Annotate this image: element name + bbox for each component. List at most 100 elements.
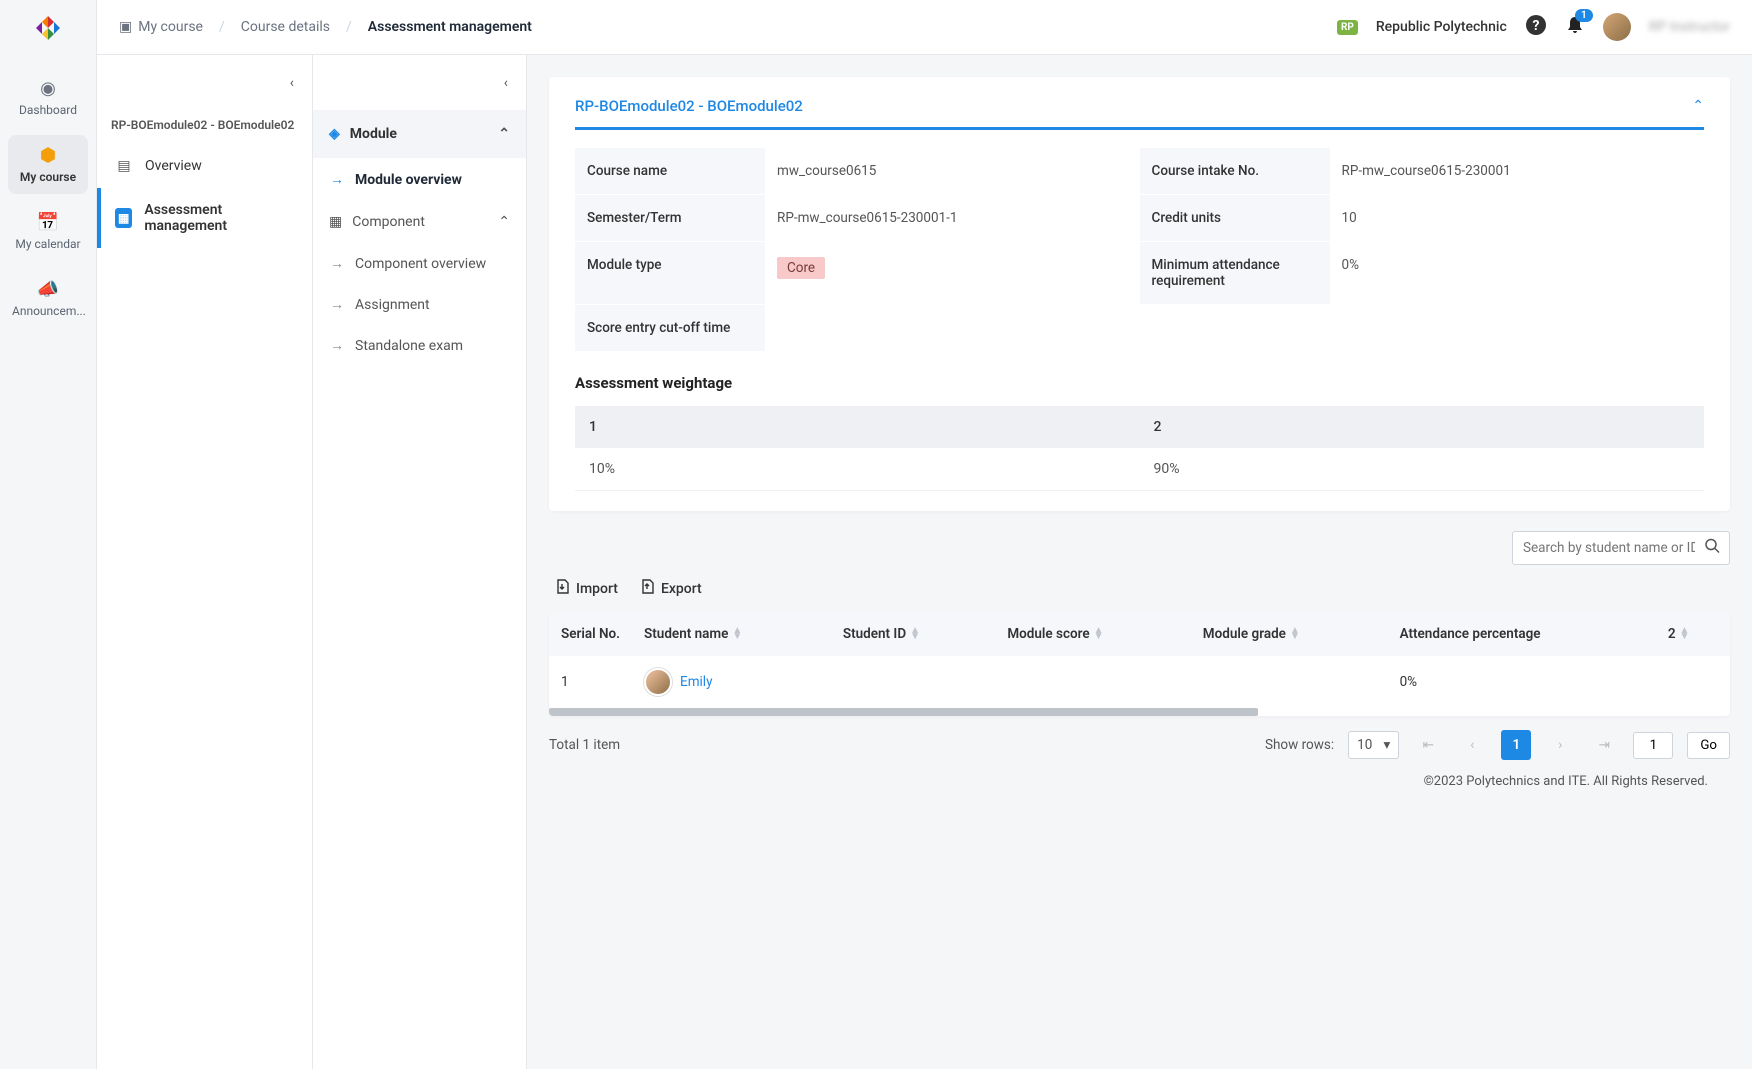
crumb-my-course[interactable]: My course: [138, 19, 203, 35]
help-icon[interactable]: ?: [1525, 14, 1547, 41]
module-header-label: Module: [350, 126, 397, 142]
course-code: RP-BOEmodule02 - BOEmodule02: [97, 110, 312, 144]
left-rail: ◉ Dashboard ⬢ My course 📅 My calendar 📣 …: [0, 0, 97, 1069]
component-overview-item[interactable]: → Component overview: [313, 243, 526, 284]
footer-text: ©2023 Polytechnics and ITE. All Rights R…: [549, 760, 1730, 799]
lbl-min-att: Minimum attendance requirement: [1140, 242, 1330, 305]
panel1-assess-label: Assessment management: [144, 202, 298, 234]
aw-val-1: 10%: [575, 448, 1140, 491]
panel1-overview-label: Overview: [145, 158, 202, 174]
sort-icon: ▲▼: [1290, 628, 1300, 640]
rail-my-course[interactable]: ⬢ My course: [8, 135, 88, 194]
th-module-score[interactable]: Module score▲▼: [995, 612, 1190, 656]
lbl-course-name: Course name: [575, 148, 765, 195]
collapse-panel1[interactable]: ‹: [97, 55, 312, 110]
cell-mscore: [995, 656, 1190, 708]
cell-student-name: Emily: [632, 656, 831, 708]
user-name[interactable]: RP Instructor: [1649, 19, 1730, 35]
sort-icon: ▲▼: [1680, 628, 1690, 640]
bullhorn-icon: 📣: [12, 279, 84, 300]
import-label: Import: [576, 581, 618, 597]
crumb-sep: /: [219, 19, 225, 35]
clipboard-icon: ▦: [329, 214, 342, 230]
assignment-label: Assignment: [355, 297, 430, 313]
rail-dashboard[interactable]: ◉ Dashboard: [8, 68, 88, 127]
chevron-up-icon: ⌃: [498, 126, 510, 142]
cube-icon: ◈: [329, 126, 340, 142]
app-logo: [32, 12, 64, 44]
calendar-icon: 📅: [12, 212, 84, 233]
page-next[interactable]: ›: [1545, 730, 1575, 760]
export-button[interactable]: Export: [640, 579, 702, 598]
crumb-sep: /: [346, 19, 352, 35]
chevron-left-icon: ‹: [504, 75, 508, 91]
notif-badge: 1: [1575, 9, 1593, 22]
page-input[interactable]: [1633, 732, 1673, 759]
breadcrumb: ▣ My course / Course details / Assessmen…: [119, 19, 532, 35]
rows-select[interactable]: 10: [1348, 731, 1399, 759]
cell-extra: [1656, 656, 1730, 708]
th-serial: Serial No.: [549, 612, 632, 656]
course-panel: ‹ RP-BOEmodule02 - BOEmodule02 ▤ Overvie…: [97, 55, 313, 1069]
export-label: Export: [661, 581, 702, 597]
module-panel: ‹ ◈ Module ⌃ → Module overview ▦ Compone…: [313, 55, 527, 1069]
module-info-card: RP-BOEmodule02 - BOEmodule02 ⌃ Course na…: [549, 77, 1730, 511]
val-credits: 10: [1330, 195, 1705, 242]
aw-val-2: 90%: [1140, 448, 1705, 491]
lbl-intake: Course intake No.: [1140, 148, 1330, 195]
page-current[interactable]: 1: [1501, 730, 1531, 760]
panel1-overview[interactable]: ▤ Overview: [97, 144, 312, 188]
sort-icon: ▲▼: [1094, 628, 1104, 640]
val-module-type: Core: [765, 242, 1140, 305]
search-icon[interactable]: [1705, 539, 1720, 558]
th-extra[interactable]: 2▲▼: [1656, 612, 1730, 656]
cube-icon: ▣: [119, 19, 132, 35]
horizontal-scrollbar[interactable]: [549, 708, 1258, 716]
chevron-up-icon[interactable]: ⌃: [1692, 98, 1704, 114]
students-table-card: Serial No. Student name▲▼ Student ID▲▼ M…: [549, 612, 1730, 716]
assignment-item[interactable]: → Assignment: [313, 284, 526, 325]
crumb-course-details[interactable]: Course details: [241, 19, 330, 35]
val-min-att: 0%: [1330, 242, 1705, 305]
th-student-name[interactable]: Student name▲▼: [632, 612, 831, 656]
standalone-exam-item[interactable]: → Standalone exam: [313, 325, 526, 366]
collapse-panel2[interactable]: ‹: [313, 55, 526, 110]
org-name: Republic Polytechnic: [1376, 19, 1507, 35]
search-input[interactable]: [1512, 531, 1730, 565]
student-name-link[interactable]: Emily: [680, 674, 712, 690]
module-header[interactable]: ◈ Module ⌃: [313, 110, 526, 158]
org-badge: RP: [1337, 20, 1358, 35]
aw-head-2: 2: [1140, 406, 1705, 448]
rail-calendar[interactable]: 📅 My calendar: [8, 202, 88, 261]
students-table: Serial No. Student name▲▼ Student ID▲▼ M…: [549, 612, 1730, 708]
component-item[interactable]: ▦ Component ⌃: [313, 201, 526, 243]
page-last[interactable]: ⇥: [1589, 730, 1619, 760]
cell-mgrade: [1191, 656, 1388, 708]
cell-att: 0%: [1388, 656, 1656, 708]
chevron-up-icon: ⌃: [498, 214, 510, 230]
module-overview-item[interactable]: → Module overview: [313, 158, 526, 201]
page-first[interactable]: ⇤: [1413, 730, 1443, 760]
page-prev[interactable]: ‹: [1457, 730, 1487, 760]
import-icon: [555, 579, 570, 598]
th-student-id[interactable]: Student ID▲▼: [831, 612, 995, 656]
avatar[interactable]: [1603, 13, 1631, 41]
component-overview-label: Component overview: [355, 256, 486, 272]
val-cutoff: [765, 305, 1140, 352]
go-button[interactable]: Go: [1687, 732, 1730, 759]
th-module-grade[interactable]: Module grade▲▼: [1191, 612, 1388, 656]
import-button[interactable]: Import: [555, 579, 618, 598]
box-icon: ⬢: [12, 145, 84, 166]
compass-icon: ◉: [12, 78, 84, 99]
topbar: ▣ My course / Course details / Assessmen…: [97, 0, 1752, 55]
arrow-right-icon: →: [329, 255, 345, 272]
rail-dashboard-label: Dashboard: [19, 103, 77, 117]
rail-announce-label: Announcem...: [12, 304, 86, 318]
standalone-label: Standalone exam: [355, 338, 463, 354]
panel1-assessment[interactable]: ▦ Assessment management: [97, 188, 312, 248]
val-semester: RP-mw_course0615-230001-1: [765, 195, 1140, 242]
arrow-right-icon: →: [329, 337, 345, 354]
rail-calendar-label: My calendar: [15, 237, 80, 251]
rail-announcements[interactable]: 📣 Announcem...: [8, 269, 88, 328]
bell-icon[interactable]: 1: [1565, 15, 1585, 40]
